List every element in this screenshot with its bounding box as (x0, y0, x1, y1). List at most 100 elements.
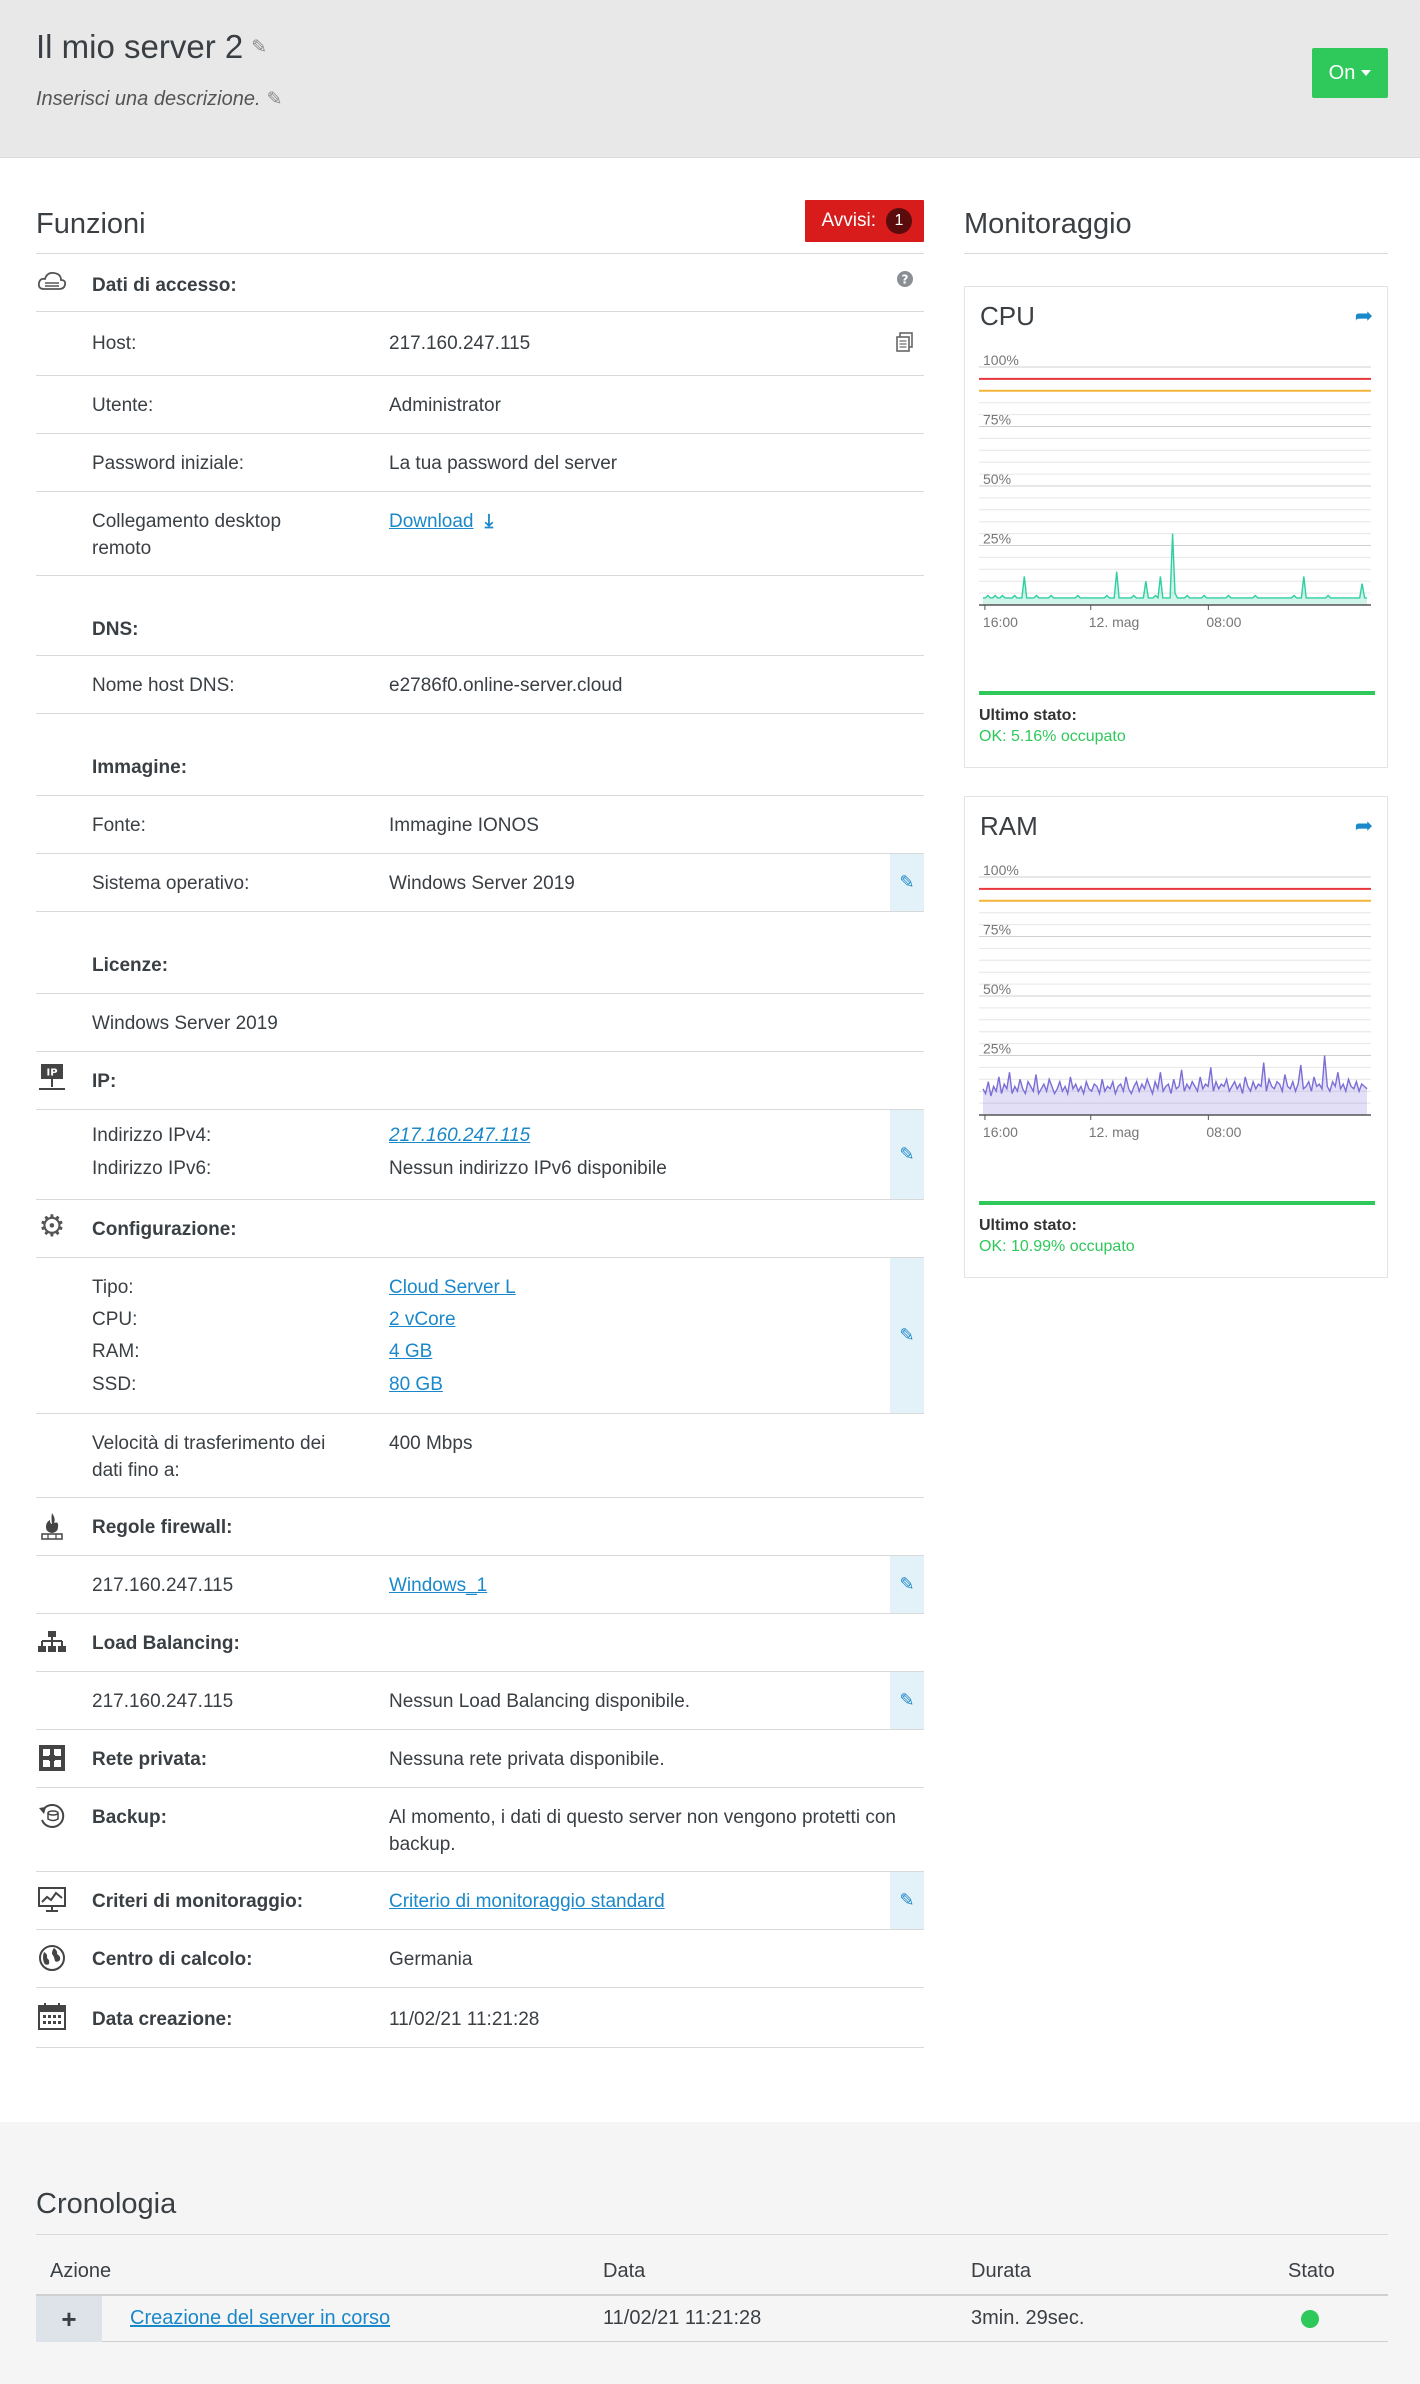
dns-hostname-row: Nome host DNS: e2786f0.online-server.clo… (36, 656, 924, 714)
lb-row: 217.160.247.115 Nessun Load Balancing di… (36, 1672, 924, 1730)
firewall-rule-link[interactable]: Windows_1 (389, 1575, 487, 1596)
cpu-status-bar (979, 691, 1375, 695)
firewall-icon (36, 1510, 68, 1542)
image-source-value: Immagine IONOS (389, 815, 539, 836)
edit-firewall-button[interactable]: ✎ (890, 1556, 924, 1613)
type-label: Tipo: (92, 1277, 134, 1298)
host-label: Host: (92, 333, 137, 354)
copy-icon[interactable] (896, 332, 914, 358)
history-action-link[interactable]: Creazione del server in corso (130, 2307, 390, 2329)
firewall-ip: 217.160.247.115 (92, 1575, 234, 1596)
svg-text:?: ? (902, 273, 909, 287)
download-icon[interactable]: ⤓ (485, 511, 493, 532)
speed-value: 400 Mbps (389, 1433, 473, 1454)
gear-icon: ⚙ (38, 1209, 66, 1243)
pencil-icon: ✎ (899, 1574, 915, 1594)
functions-header: Funzioni Avvisi: 1 (36, 190, 924, 254)
history-action: Creazione del server in corso (130, 2307, 390, 2330)
licenses-heading: Licenze: (92, 955, 169, 976)
y-tick-label: 25% (983, 531, 1011, 547)
server-header: Il mio server 2 ✎ Inserisci una descrizi… (0, 0, 1420, 158)
access-section-row: Dati di accesso: ? (36, 254, 924, 312)
ipv4-link[interactable]: 217.160.247.115 (389, 1125, 530, 1146)
type-link[interactable]: Cloud Server L (389, 1277, 516, 1298)
image-source-label: Fonte: (92, 815, 146, 836)
cpu-last-status-label: Ultimo stato: (979, 707, 1077, 724)
pencil-icon: ✎ (899, 1325, 915, 1345)
share-arrow-icon[interactable]: ➦ (1355, 303, 1373, 329)
ram-last-status-value: OK: 10.99% occupato (979, 1238, 1135, 1255)
datacenter-label: Centro di calcolo: (92, 1949, 253, 1970)
config-specs-row: Tipo: Cloud Server L CPU: 2 vCore RAM: 4… (36, 1258, 924, 1414)
monitoring-policy-label: Criteri di monitoraggio: (92, 1891, 304, 1912)
backup-value: Al momento, i dati di questo server non … (389, 1807, 896, 1855)
x-tick-label: 08:00 (1206, 614, 1241, 630)
edit-description-icon[interactable]: ✎ (267, 88, 283, 111)
user-label: Utente: (92, 395, 154, 416)
edit-os-button[interactable]: ✎ (890, 854, 924, 911)
private-network-icon (36, 1742, 68, 1774)
cpu-chart: 100% 75% 50% 25% 16:00 12. mag 08:00 (979, 352, 1371, 630)
speed-row: Velocità di trasferimento dei dati fino … (36, 1414, 924, 1498)
ram-label: RAM: (92, 1341, 140, 1362)
monitoring-policy-row: Criteri di monitoraggio: Criterio di mon… (36, 1872, 924, 1930)
rdp-download-link[interactable]: Download (389, 511, 474, 532)
ssd-link[interactable]: 80 GB (389, 1374, 443, 1395)
access-heading: Dati di accesso: (92, 275, 237, 296)
globe-icon (36, 1942, 68, 1974)
dns-heading: DNS: (92, 619, 139, 640)
monitoring-policy-link[interactable]: Criterio di monitoraggio standard (389, 1891, 665, 1912)
history-divider (36, 2234, 1388, 2235)
firewall-rule-row: 217.160.247.115 Windows_1 ✎ (36, 1556, 924, 1614)
cpu-label: CPU: (92, 1309, 138, 1330)
ssd-label: SSD: (92, 1374, 137, 1395)
x-tick-label: 12. mag (1089, 614, 1140, 630)
status-ok-dot (1301, 2310, 1319, 2328)
monitoring-title: Monitoraggio (964, 208, 1132, 240)
ram-link[interactable]: 4 GB (389, 1341, 432, 1362)
cpu-last-status-value: OK: 5.16% occupato (979, 728, 1126, 745)
pencil-icon: ✎ (899, 872, 915, 892)
col-action: Azione (50, 2260, 112, 2282)
licenses-value: Windows Server 2019 (92, 1013, 278, 1034)
edit-ip-button[interactable]: ✎ (890, 1110, 924, 1199)
pencil-icon: ✎ (899, 1890, 915, 1910)
os-value: Windows Server 2019 (389, 873, 575, 894)
description-placeholder: Inserisci una descrizione. (36, 88, 261, 110)
help-icon[interactable]: ? (896, 270, 914, 294)
expand-plus-icon[interactable]: + (36, 2296, 102, 2342)
datacenter-value: Germania (389, 1949, 473, 1970)
col-status: Stato (1288, 2260, 1335, 2282)
alerts-button[interactable]: Avvisi: 1 (805, 200, 924, 242)
config-heading: Configurazione: (92, 1219, 237, 1240)
private-net-value: Nessuna rete privata disponibile. (389, 1749, 665, 1770)
server-name: Il mio server 2 (36, 28, 244, 65)
rdp-label: Collegamento desktop remoto (92, 511, 282, 559)
rdp-download[interactable]: Download ⤓ (389, 508, 493, 535)
y-tick-label: 25% (983, 1041, 1011, 1057)
os-row: Sistema operativo: Windows Server 2019 ✎ (36, 854, 924, 912)
pencil-icon: ✎ (899, 1690, 915, 1710)
calendar-icon (36, 2000, 68, 2032)
cpu-link[interactable]: 2 vCore (389, 1309, 456, 1330)
y-tick-label: 50% (983, 981, 1011, 997)
share-arrow-icon[interactable]: ➦ (1355, 813, 1373, 839)
licenses-row: Windows Server 2019 (36, 994, 924, 1052)
password-value: La tua password del server (389, 453, 618, 474)
server-title[interactable]: Il mio server 2 ✎ (36, 28, 267, 66)
svg-text:IP: IP (46, 1068, 57, 1079)
x-tick-label: 16:00 (983, 1124, 1018, 1140)
ssd-value: 80 GB (389, 1371, 443, 1398)
power-state-button[interactable]: On (1312, 48, 1388, 98)
ipv4-value: 217.160.247.115 (389, 1122, 530, 1149)
table-row: + Creazione del server in corso 11/02/21… (36, 2296, 1388, 2342)
server-description[interactable]: Inserisci una descrizione. ✎ (36, 88, 282, 111)
type-value: Cloud Server L (389, 1274, 516, 1301)
edit-monitoring-policy-button[interactable]: ✎ (890, 1872, 924, 1929)
edit-lb-button[interactable]: ✎ (890, 1672, 924, 1729)
edit-name-icon[interactable]: ✎ (251, 36, 267, 59)
licenses-heading-row: Licenze: (36, 912, 924, 994)
monitor-chart-icon (36, 1884, 68, 1916)
host-value: 217.160.247.115 (389, 333, 531, 354)
edit-config-button[interactable]: ✎ (890, 1258, 924, 1413)
